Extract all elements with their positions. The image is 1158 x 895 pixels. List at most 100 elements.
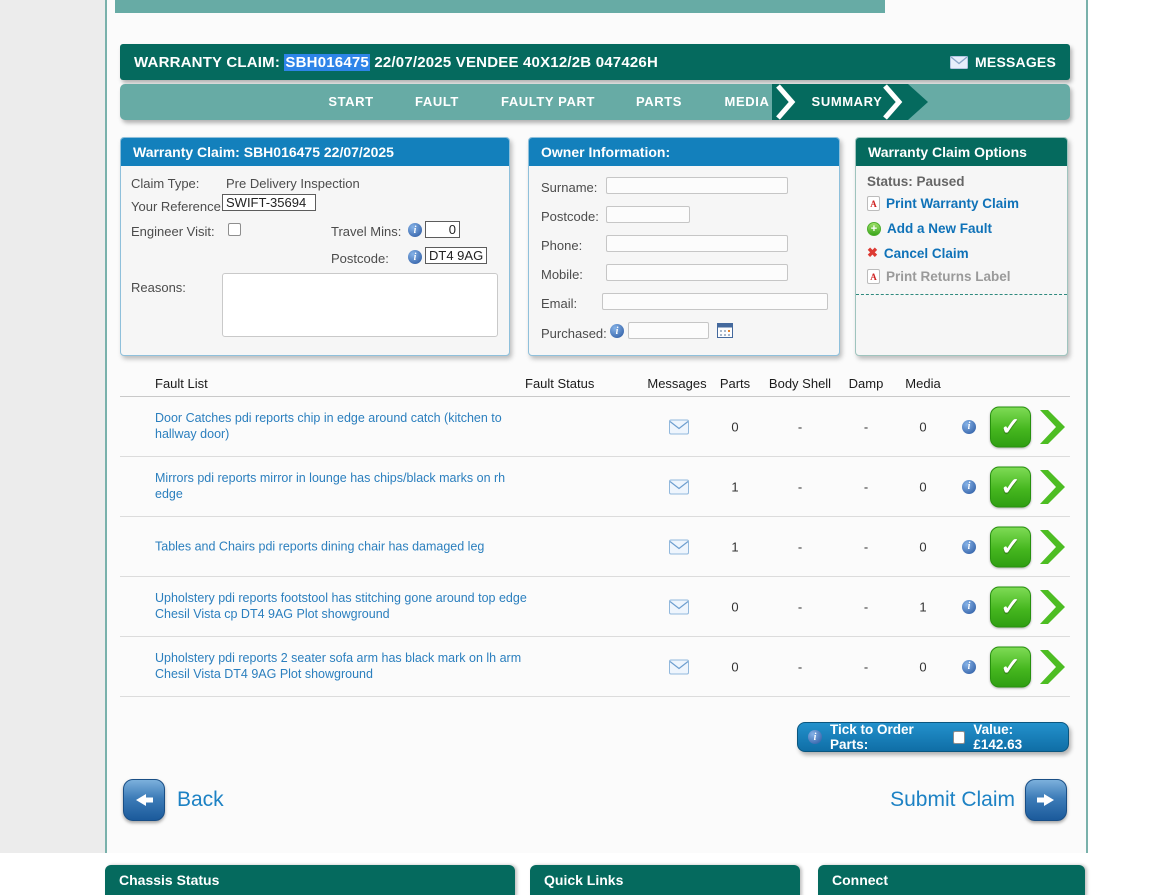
your-reference-input[interactable]	[222, 194, 316, 211]
travel-mins-input[interactable]	[425, 221, 460, 238]
parts-count: 1	[731, 539, 739, 554]
phone-input	[606, 235, 788, 252]
order-parts-value: Value: £142.63	[973, 722, 1023, 752]
tab-start[interactable]: START	[328, 84, 373, 120]
fault-open-arrow[interactable]	[1037, 528, 1067, 566]
fault-row: Upholstery pdi reports 2 seater sofa arm…	[120, 637, 1070, 697]
options-divider	[856, 294, 1067, 295]
column-fault-list: Fault List	[155, 376, 208, 391]
column-messages: Messages	[647, 376, 707, 391]
postcode-info-icon[interactable]: i	[408, 250, 422, 264]
claim-title-suffix: 22/07/2025 VENDEE 40X12/2B 047426H	[369, 53, 658, 71]
fault-description-link[interactable]: Upholstery pdi reports 2 seater sofa arm…	[155, 650, 575, 684]
fault-info-icon[interactable]: i	[962, 599, 976, 614]
parts-count: 1	[731, 479, 739, 494]
fault-info-icon[interactable]: i	[962, 479, 976, 494]
owner-information-panel-title: Owner Information:	[529, 138, 839, 166]
body-shell-value: -	[797, 599, 803, 614]
fault-messages-icon[interactable]	[669, 659, 689, 674]
fault-messages-icon[interactable]	[669, 599, 689, 614]
order-parts-label: Tick to Order Parts:	[830, 722, 914, 752]
media-count: 0	[919, 539, 927, 554]
column-parts: Parts	[719, 376, 751, 391]
travel-mins-info-icon[interactable]: i	[408, 223, 422, 237]
damp-value: -	[863, 539, 869, 554]
chevron-separator-icon	[883, 84, 903, 120]
media-count: 1	[919, 599, 927, 614]
fault-description-link[interactable]: Tables and Chairs pdi reports dining cha…	[155, 538, 575, 555]
owner-information-panel: Owner Information: Surname: Postcode: Ph…	[528, 137, 840, 356]
parts-count: 0	[731, 599, 739, 614]
fault-messages-icon[interactable]	[669, 479, 689, 494]
claim-type-label: Claim Type:	[131, 176, 200, 191]
cancel-claim-link[interactable]: ✖ Cancel Claim	[867, 245, 969, 261]
order-parts-bar: i Tick to Order Parts: Value: £142.63	[797, 722, 1069, 752]
claim-title-prefix: WARRANTY CLAIM:	[134, 53, 285, 71]
messages-button[interactable]: MESSAGES	[950, 54, 1056, 70]
add-new-fault-link[interactable]: + Add a New Fault	[867, 221, 992, 236]
tab-summary[interactable]: SUMMARY	[812, 84, 883, 120]
fault-complete-button[interactable]: ✓	[990, 586, 1031, 627]
reasons-textarea[interactable]	[222, 273, 498, 337]
fault-complete-button[interactable]: ✓	[990, 646, 1031, 687]
column-damp: Damp	[848, 376, 884, 391]
fault-description-link[interactable]: Mirrors pdi reports mirror in lounge has…	[155, 470, 575, 504]
engineer-visit-checkbox[interactable]	[228, 223, 241, 236]
fault-open-arrow[interactable]	[1037, 648, 1067, 686]
body-shell-value: -	[797, 539, 803, 554]
order-parts-info-icon[interactable]: i	[808, 730, 822, 744]
warranty-claim-options-panel: Warranty Claim Options Status: Paused A …	[855, 137, 1068, 356]
column-media: Media	[905, 376, 941, 391]
purchased-info-icon[interactable]: i	[610, 324, 624, 338]
submit-claim-button[interactable]	[1025, 779, 1067, 821]
fault-table-header: Fault List Fault Status Messages Parts B…	[120, 370, 1070, 397]
calendar-icon[interactable]	[717, 322, 733, 338]
fault-description-link[interactable]: Door Catches pdi reports chip in edge ar…	[155, 410, 575, 444]
print-warranty-claim-link[interactable]: A Print Warranty Claim	[867, 196, 1019, 211]
postcode-label: Postcode:	[331, 251, 389, 266]
submit-claim-label[interactable]: Submit Claim	[840, 788, 1015, 812]
tab-summary-arrow-tip	[908, 84, 928, 120]
print-returns-label-link: A Print Returns Label	[867, 269, 1011, 284]
fault-info-icon[interactable]: i	[962, 539, 976, 554]
cancel-claim-label: Cancel Claim	[883, 245, 969, 261]
email-label: Email:	[541, 296, 578, 311]
fault-row: Door Catches pdi reports chip in edge ar…	[120, 397, 1070, 457]
back-label[interactable]: Back	[177, 788, 224, 812]
purchased-date-input	[628, 322, 709, 339]
fault-info-icon[interactable]: i	[962, 419, 976, 434]
tab-fault[interactable]: FAULT	[415, 84, 459, 120]
media-count: 0	[919, 419, 927, 434]
fault-row: Mirrors pdi reports mirror in lounge has…	[120, 457, 1070, 517]
damp-value: -	[863, 659, 869, 674]
back-button[interactable]	[123, 779, 165, 821]
tab-parts[interactable]: PARTS	[636, 84, 682, 120]
claim-header-bar: WARRANTY CLAIM: SBH016475 22/07/2025 VEN…	[120, 44, 1070, 80]
claim-postcode-input[interactable]	[425, 247, 487, 264]
fault-messages-icon[interactable]	[669, 539, 689, 554]
reasons-label: Reasons:	[131, 280, 186, 295]
fault-complete-button[interactable]: ✓	[990, 466, 1031, 507]
order-parts-checkbox[interactable]	[953, 730, 966, 744]
claim-steps-nav: START FAULT FAULTY PART PARTS MEDIA SUMM…	[120, 84, 1070, 120]
fault-open-arrow[interactable]	[1037, 408, 1067, 446]
tab-faulty-part[interactable]: FAULTY PART	[501, 84, 595, 120]
fault-info-icon[interactable]: i	[962, 659, 976, 674]
print-warranty-claim-label: Print Warranty Claim	[886, 196, 1020, 211]
engineer-visit-label: Engineer Visit:	[131, 224, 215, 239]
fault-open-arrow[interactable]	[1037, 468, 1067, 506]
fault-messages-icon[interactable]	[669, 419, 689, 434]
arrow-right-icon	[1037, 794, 1054, 806]
fault-complete-button[interactable]: ✓	[990, 406, 1031, 447]
fault-row: Tables and Chairs pdi reports dining cha…	[120, 517, 1070, 577]
status-badge: Status: Paused	[867, 174, 965, 189]
tab-media[interactable]: MEDIA	[725, 84, 770, 120]
fault-complete-button[interactable]: ✓	[990, 526, 1031, 567]
fault-open-arrow[interactable]	[1037, 588, 1067, 626]
body-shell-value: -	[797, 479, 803, 494]
warranty-claim-panel-title: Warranty Claim: SBH016475 22/07/2025	[121, 138, 509, 166]
fault-description-link[interactable]: Upholstery pdi reports footstool has sti…	[155, 590, 575, 624]
pdf-icon: A	[867, 196, 880, 211]
claim-header-title: WARRANTY CLAIM: SBH016475 22/07/2025 VEN…	[134, 53, 658, 71]
print-returns-label-text: Print Returns Label	[886, 269, 1011, 284]
